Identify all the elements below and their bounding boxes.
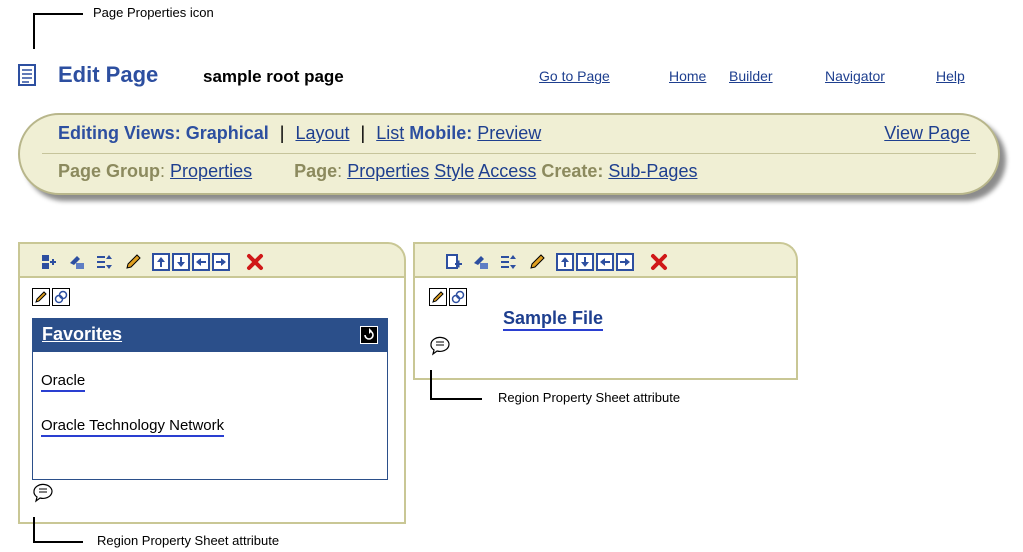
add-region-right-icon[interactable]	[212, 253, 230, 271]
callout-line-left	[33, 541, 83, 543]
tab-list[interactable]: List	[376, 123, 404, 143]
callout-line-right	[430, 398, 482, 400]
tab-graphical: Graphical	[185, 123, 269, 143]
tabs-divider	[42, 153, 976, 154]
right-region-toolbar	[413, 242, 798, 278]
refresh-icon[interactable]	[360, 326, 378, 344]
add-region-left-icon[interactable]	[596, 253, 614, 271]
delete-region-icon[interactable]	[246, 253, 264, 271]
global-links: Go to Page Home Builder Navigator Help	[0, 68, 1023, 88]
page-group-label: Page Group	[58, 161, 161, 181]
edit-pencil-icon[interactable]	[124, 253, 142, 271]
callout-page-properties-icon: Page Properties icon	[93, 5, 214, 20]
region-property-sheet-icon[interactable]	[32, 483, 54, 503]
favorite-link-otn[interactable]: Oracle Technology Network	[41, 417, 225, 437]
callout-region-property-left: Region Property Sheet attribute	[97, 533, 280, 548]
page-colon: :	[337, 161, 343, 181]
favorites-portlet-title[interactable]: Favorites	[42, 324, 122, 345]
arrange-icon[interactable]	[499, 253, 517, 271]
page-style-link[interactable]: Style	[434, 161, 474, 181]
add-item-icon[interactable]	[68, 253, 86, 271]
add-region-below-icon[interactable]	[576, 253, 594, 271]
navigator-link[interactable]: Navigator	[825, 68, 885, 84]
left-region-toolbar	[18, 242, 406, 278]
add-portlet-icon[interactable]	[445, 253, 463, 271]
favorites-portlet-body: Oracle Oracle Technology Network	[32, 352, 388, 480]
left-region: Favorites Oracle Oracle Technology Netwo…	[18, 276, 406, 524]
help-link[interactable]: Help	[936, 68, 965, 84]
right-region: Sample File	[413, 276, 798, 380]
page-label: Page	[294, 161, 338, 181]
create-label: Create:	[541, 161, 604, 181]
add-portlet-icon[interactable]	[40, 253, 58, 271]
view-page-link[interactable]: View Page	[884, 123, 970, 143]
add-region-left-icon[interactable]	[192, 253, 210, 271]
create-sub-pages-link[interactable]: Sub-Pages	[608, 161, 697, 181]
sample-file-link[interactable]: Sample File	[503, 308, 604, 331]
home-link[interactable]: Home	[669, 68, 706, 84]
callout-region-property-right: Region Property Sheet attribute	[498, 390, 681, 405]
callout-line-right-vertical	[430, 370, 432, 400]
separator: |	[360, 123, 366, 143]
delete-region-icon[interactable]	[650, 253, 668, 271]
region-property-sheet-icon[interactable]	[429, 336, 451, 356]
callout-line-top	[33, 13, 83, 15]
editing-tabs-bar: Editing Views: Graphical | Layout | List…	[18, 113, 1000, 195]
add-region-below-icon[interactable]	[172, 253, 190, 271]
page-properties-link[interactable]: Properties	[347, 161, 429, 181]
tab-layout[interactable]: Layout	[295, 123, 349, 143]
edit-defaults-icon[interactable]	[32, 288, 50, 306]
go-to-page-link[interactable]: Go to Page	[539, 68, 610, 84]
add-region-right-icon[interactable]	[616, 253, 634, 271]
edit-defaults-icon[interactable]	[429, 288, 447, 306]
add-item-icon[interactable]	[472, 253, 490, 271]
edit-pencil-icon[interactable]	[528, 253, 546, 271]
favorites-portlet-header: Favorites	[32, 318, 388, 352]
page-group-properties-link[interactable]: Properties	[170, 161, 252, 181]
favorite-link-oracle[interactable]: Oracle	[41, 372, 86, 392]
add-region-above-icon[interactable]	[556, 253, 574, 271]
callout-line-top-vertical	[33, 13, 35, 49]
editing-views-row: Editing Views: Graphical | Layout | List…	[58, 123, 541, 144]
mobile-label: Mobile:	[409, 123, 473, 143]
tab-mobile-preview[interactable]: Preview	[477, 123, 541, 143]
page-group-colon: :	[160, 161, 166, 181]
show-link-icon[interactable]	[52, 288, 70, 306]
show-link-icon[interactable]	[449, 288, 467, 306]
editing-views-label: Editing Views:	[58, 123, 181, 143]
properties-row: Page Group: Properties Page: Properties …	[58, 161, 697, 182]
view-page-row: View Page	[884, 123, 970, 144]
builder-link[interactable]: Builder	[729, 68, 773, 84]
separator: |	[279, 123, 285, 143]
add-region-above-icon[interactable]	[152, 253, 170, 271]
callout-line-left-vertical	[33, 517, 35, 542]
page-access-link[interactable]: Access	[478, 161, 536, 181]
arrange-icon[interactable]	[95, 253, 113, 271]
